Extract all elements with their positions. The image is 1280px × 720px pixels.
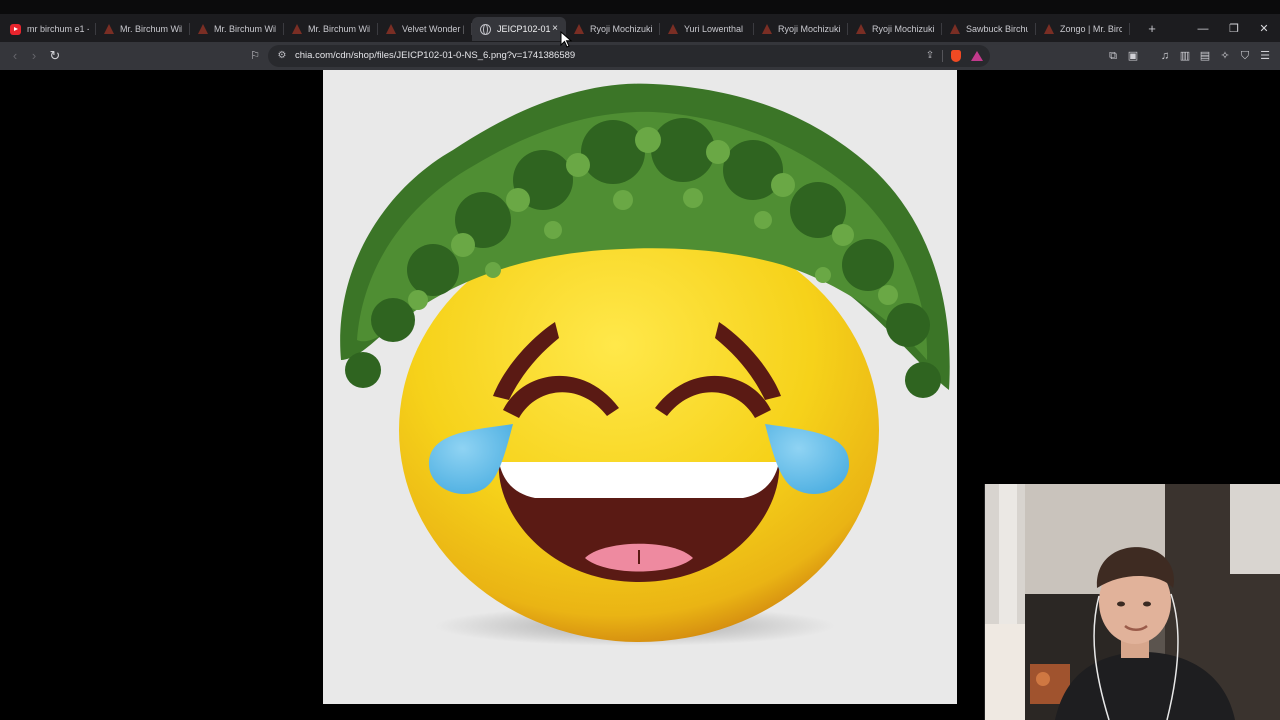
tab-label: Velvet Wonder | M: [402, 24, 464, 34]
chia-emoji-product-image[interactable]: [323, 70, 957, 704]
tab-3[interactable]: Mr. Birchum Wiki: [284, 17, 378, 41]
tab-label: Yuri Lowenthal | M: [684, 24, 746, 34]
media-control-icon[interactable]: ♫: [1155, 46, 1175, 66]
tab-6[interactable]: Ryoji Mochizuki |: [566, 17, 660, 41]
tab-label: Mr. Birchum Wiki: [214, 24, 276, 34]
mouse-cursor-icon: [560, 31, 573, 48]
globe-icon: [480, 23, 491, 35]
leo-ai-icon[interactable]: ✧: [1215, 46, 1235, 66]
wiki-icon: [950, 24, 960, 34]
wiki-icon: [386, 24, 396, 34]
tab-label: Mr. Birchum Wiki: [308, 24, 370, 34]
maximize-icon[interactable]: ❐: [1224, 19, 1244, 39]
wiki-icon: [762, 24, 772, 34]
vpn-shield-icon[interactable]: ⛉: [1235, 46, 1255, 66]
address-bar[interactable]: ⚙ chia.com/cdn/shop/files/JEICP102-01-0-…: [268, 45, 990, 67]
wiki-icon: [1044, 24, 1054, 34]
wiki-icon: [856, 24, 866, 34]
crypto-wallet-icon[interactable]: ▤: [1195, 46, 1215, 66]
webcam-person-image: [985, 484, 1280, 720]
tab-8[interactable]: Ryoji Mochizuki |: [754, 17, 848, 41]
new-tab-icon[interactable]: +: [1143, 19, 1161, 39]
tab-label: JEICP102-01: [497, 24, 551, 34]
tab-7[interactable]: Yuri Lowenthal | M: [660, 17, 754, 41]
tab-5-active[interactable]: JEICP102-01 ×: [472, 17, 566, 41]
wiki-icon: [292, 24, 302, 34]
tab-label: Sawbuck Birchum: [966, 24, 1028, 34]
sidebar-toggle-icon[interactable]: ▥: [1175, 46, 1195, 66]
brave-rewards-icon[interactable]: [969, 48, 985, 64]
youtube-icon: [10, 23, 21, 35]
wiki-icon: [574, 24, 584, 34]
back-arrow-icon[interactable]: ‹: [5, 46, 25, 66]
wallet-icon[interactable]: ▣: [1123, 46, 1143, 66]
menu-icon[interactable]: ☰: [1255, 46, 1275, 66]
tab-strip: mr birchum e1 - Y Mr. Birchum Wiki Mr. B…: [0, 0, 1280, 42]
tab-4[interactable]: Velvet Wonder | M: [378, 17, 472, 41]
image-viewer: [323, 70, 957, 704]
tab-label: mr birchum e1 - Y: [27, 24, 89, 34]
tab-0[interactable]: mr birchum e1 - Y: [2, 17, 96, 41]
tab-label: Ryoji Mochizuki |: [872, 24, 934, 34]
tab-2[interactable]: Mr. Birchum Wiki: [190, 17, 284, 41]
wiki-icon: [668, 24, 678, 34]
url-text[interactable]: chia.com/cdn/shop/files/JEICP102-01-0-NS…: [295, 50, 575, 61]
share-icon[interactable]: ⇪: [922, 48, 938, 64]
tab-10[interactable]: Sawbuck Birchum: [942, 17, 1036, 41]
extensions-icon[interactable]: ⧉: [1103, 46, 1123, 66]
reload-icon[interactable]: ↻: [45, 46, 65, 66]
wiki-icon: [198, 24, 208, 34]
tab-label: Ryoji Mochizuki |: [778, 24, 840, 34]
tab-11[interactable]: Zongo | Mr. Birch: [1036, 17, 1130, 41]
tab-9[interactable]: Ryoji Mochizuki |: [848, 17, 942, 41]
webcam-overlay: [984, 484, 1280, 720]
tab-1[interactable]: Mr. Birchum Wiki: [96, 17, 190, 41]
site-info-icon[interactable]: ⚙: [274, 48, 290, 64]
brave-shield-icon[interactable]: [948, 48, 964, 64]
wiki-icon: [104, 24, 114, 34]
tab-label: Mr. Birchum Wiki: [120, 24, 182, 34]
toolbar: ‹ › ↻ ⚐ ⚙ chia.com/cdn/shop/files/JEICP1…: [0, 42, 1280, 70]
browser-window: mr birchum e1 - Y Mr. Birchum Wiki Mr. B…: [0, 0, 1280, 720]
window-close-icon[interactable]: ✕: [1254, 19, 1274, 39]
divider: [942, 50, 943, 62]
tab-label: Ryoji Mochizuki |: [590, 24, 652, 34]
forward-arrow-icon[interactable]: ›: [24, 46, 44, 66]
minimize-icon[interactable]: —: [1193, 19, 1213, 39]
tab-label: Zongo | Mr. Birch: [1060, 24, 1122, 34]
bookmark-icon[interactable]: ⚐: [245, 46, 265, 66]
